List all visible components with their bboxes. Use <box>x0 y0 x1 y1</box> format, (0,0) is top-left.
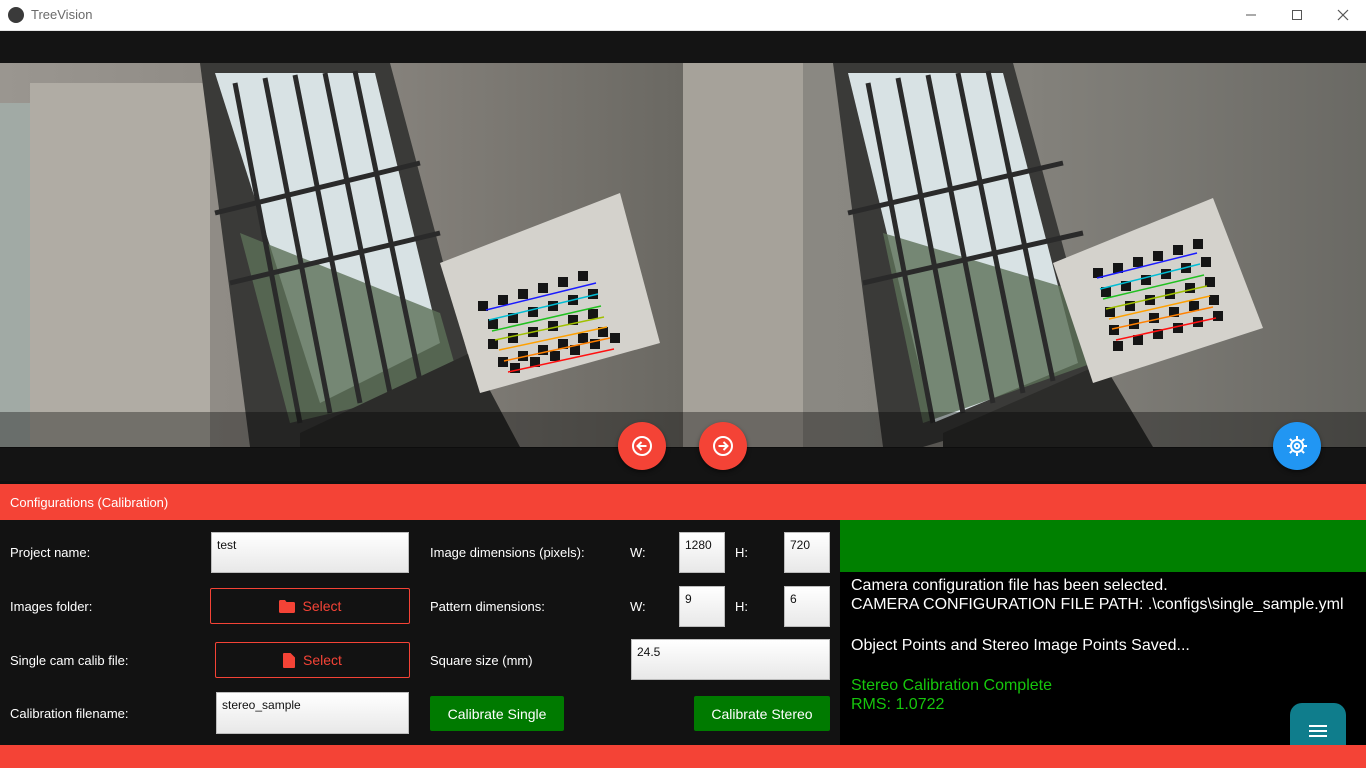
close-icon <box>1337 9 1349 21</box>
image-width-input[interactable]: 1280 <box>679 532 725 573</box>
maximize-icon <box>1292 10 1302 20</box>
config-header-title: Configurations (Calibration) <box>10 495 169 510</box>
camera-controls-overlay <box>0 412 1366 448</box>
settings-gear-icon <box>1287 436 1307 456</box>
image-height-input[interactable]: 720 <box>784 532 830 573</box>
calibration-filename-input[interactable]: stereo_sample <box>216 692 409 734</box>
log-line: CAMERA CONFIGURATION FILE PATH: .\config… <box>851 596 1344 613</box>
arrow-right-circle-icon <box>713 436 733 456</box>
log-line: Camera configuration file has been selec… <box>851 577 1168 594</box>
images-folder-label: Images folder: <box>10 599 93 614</box>
pattern-height-input[interactable]: 6 <box>784 586 830 627</box>
right-camera-view <box>683 63 1366 447</box>
pattern-width-label: W: <box>630 599 646 614</box>
image-width-label: W: <box>630 545 646 560</box>
bottom-bar <box>0 745 1366 768</box>
project-name-label: Project name: <box>10 545 91 560</box>
minimize-button[interactable] <box>1228 0 1274 30</box>
camera-area <box>0 31 1366 481</box>
calibrate-single-button[interactable]: Calibrate Single <box>430 696 564 731</box>
config-header: Configurations (Calibration) <box>0 484 1366 520</box>
log-line-success: Stereo Calibration Complete <box>851 677 1052 694</box>
title-bar: TreeVision <box>0 0 1366 31</box>
log-status-bar <box>840 520 1366 572</box>
image-height-label: H: <box>735 545 748 560</box>
close-button[interactable] <box>1320 0 1366 30</box>
images-folder-select-label: Select <box>302 598 342 614</box>
previous-image-button[interactable] <box>618 422 666 470</box>
calibration-filename-label: Calibration filename: <box>10 706 129 721</box>
log-output: Camera configuration file has been selec… <box>840 572 1366 745</box>
arrow-left-circle-icon <box>632 436 652 456</box>
settings-button[interactable] <box>1273 422 1321 470</box>
folder-icon <box>278 599 295 613</box>
calibration-form: Project name: test Image dimensions (pix… <box>0 520 840 745</box>
single-cam-calib-label: Single cam calib file: <box>10 653 129 668</box>
project-name-input[interactable]: test <box>211 532 409 573</box>
log-line-rms: RMS: 1.0722 <box>851 696 945 713</box>
single-cam-calib-select-button[interactable]: Select <box>215 642 410 678</box>
log-line: Object Points and Stereo Image Points Sa… <box>851 637 1190 654</box>
minimize-icon <box>1246 14 1256 16</box>
pattern-dimensions-label: Pattern dimensions: <box>430 599 545 614</box>
pattern-height-label: H: <box>735 599 748 614</box>
window-title: TreeVision <box>31 7 93 22</box>
image-dimensions-label: Image dimensions (pixels): <box>430 545 585 560</box>
left-camera-view <box>0 63 683 447</box>
calibrate-stereo-button[interactable]: Calibrate Stereo <box>694 696 830 731</box>
images-folder-select-button[interactable]: Select <box>210 588 410 624</box>
square-size-label: Square size (mm) <box>430 653 533 668</box>
pattern-width-input[interactable]: 9 <box>679 586 725 627</box>
menu-icon <box>1309 725 1327 737</box>
app-icon <box>8 7 24 23</box>
single-cam-calib-select-label: Select <box>303 652 342 668</box>
next-image-button[interactable] <box>699 422 747 470</box>
maximize-button[interactable] <box>1274 0 1320 30</box>
file-icon <box>283 652 296 668</box>
square-size-input[interactable]: 24.5 <box>631 639 830 680</box>
